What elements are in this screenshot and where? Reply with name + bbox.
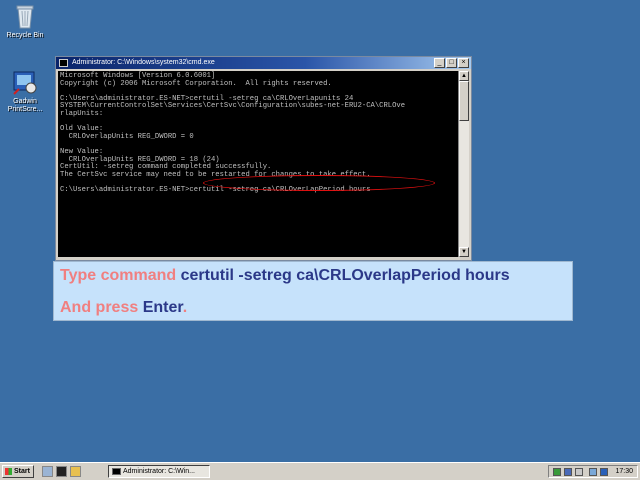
clock[interactable]: 17:30 xyxy=(615,467,633,477)
command-highlight-ellipse xyxy=(203,175,435,191)
scroll-down-arrow-icon[interactable]: ▼ xyxy=(459,247,469,257)
instruction-command: certutil -setreg ca\CRLOverlapPeriod hou… xyxy=(180,267,510,284)
cmd-icon xyxy=(59,59,68,67)
instruction-prefix: And press xyxy=(60,299,143,316)
taskbar-button-label: Administrator: C:\Win... xyxy=(123,468,195,475)
recycle-bin-icon xyxy=(11,2,39,30)
windows-flag-icon xyxy=(5,468,12,475)
start-button[interactable]: Start xyxy=(2,465,34,478)
scroll-up-arrow-icon[interactable]: ▲ xyxy=(459,71,469,81)
desktop-icon-gadwin-printscreen[interactable]: Gadwin PrintScre... xyxy=(0,68,50,114)
desktop-icon-recycle-bin[interactable]: Recycle Bin xyxy=(0,2,50,40)
console-line: rlapUnits: xyxy=(60,109,104,118)
taskbar: Start Administrator: C:\Win... 17:30 xyxy=(0,462,640,480)
console-line: SYSTEM\CurrentControlSet\Services\CertSv… xyxy=(60,102,406,111)
instruction-key: Enter xyxy=(142,299,183,316)
desktop-icon-label: Gadwin PrintScre... xyxy=(7,98,43,113)
tray-printscreen-icon[interactable] xyxy=(600,468,608,476)
cmd-window[interactable]: Administrator: C:\Windows\system32\cmd.e… xyxy=(55,56,472,261)
quicklaunch-cmd-icon[interactable] xyxy=(56,466,67,477)
quicklaunch-explorer-icon[interactable] xyxy=(70,466,81,477)
instruction-line-1: Type command certutil -setreg ca\CRLOver… xyxy=(60,267,510,285)
window-titlebar[interactable]: Administrator: C:\Windows\system32\cmd.e… xyxy=(56,57,471,69)
gadwin-printscreen-icon xyxy=(11,68,39,96)
instruction-prefix: Type command xyxy=(60,267,181,284)
console-line: CRLOverlapUnits REG_DWORD = 0 xyxy=(60,132,194,141)
window-title: Administrator: C:\Windows\system32\cmd.e… xyxy=(72,59,215,66)
taskbar-button-cmd[interactable]: Administrator: C:\Win... xyxy=(108,465,210,478)
maximize-button[interactable]: □ xyxy=(446,58,457,68)
tray-monitor-icon[interactable] xyxy=(564,468,572,476)
tray-volume-icon[interactable] xyxy=(589,468,597,476)
instruction-line-2: And press Enter. xyxy=(60,299,187,317)
quicklaunch-server-manager-icon[interactable] xyxy=(42,466,53,477)
console-line: Copyright (c) 2006 Microsoft Corporation… xyxy=(60,79,332,88)
instruction-box: Type command certutil -setreg ca\CRLOver… xyxy=(53,261,573,321)
start-label: Start xyxy=(14,468,30,475)
vertical-scrollbar[interactable]: ▲ ▼ xyxy=(458,71,469,257)
cmd-icon xyxy=(112,468,121,475)
minimize-button[interactable]: _ xyxy=(434,58,445,68)
console-output[interactable]: Microsoft Windows [Version 6.0.6001] Cop… xyxy=(58,71,458,257)
system-tray: 17:30 xyxy=(548,465,638,478)
close-button[interactable]: × xyxy=(458,58,469,68)
instruction-suffix: . xyxy=(182,299,188,316)
tray-network-icon[interactable] xyxy=(553,468,561,476)
tray-shield-icon[interactable] xyxy=(575,468,583,476)
desktop-icon-label: Recycle Bin xyxy=(6,32,44,39)
scrollbar-thumb[interactable] xyxy=(459,81,469,121)
